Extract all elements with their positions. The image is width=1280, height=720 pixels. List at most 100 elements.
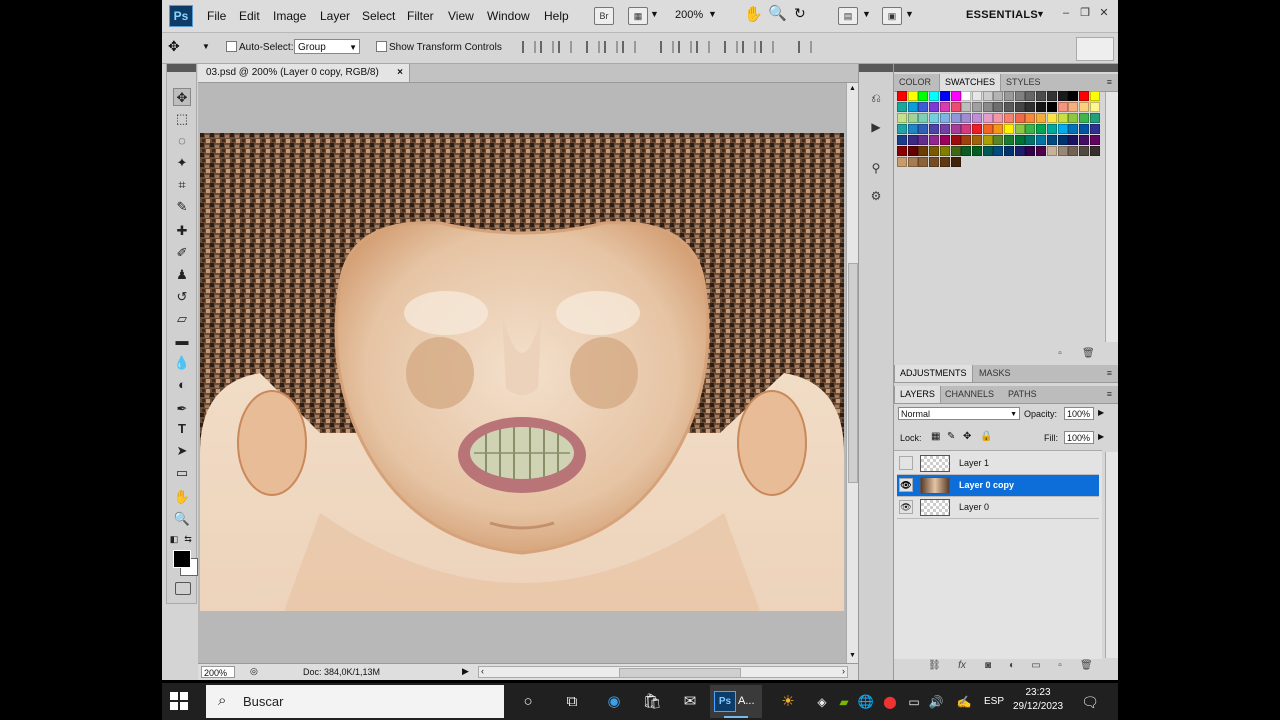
color-swatch[interactable] [929,157,940,167]
task-view-icon[interactable]: ⧉ [560,690,584,714]
menu-file[interactable]: File [207,9,226,23]
color-swatch[interactable] [1046,102,1057,112]
color-swatch[interactable] [971,91,982,101]
color-swatch[interactable] [1046,91,1057,101]
tool-presets-icon[interactable]: ⚙ [867,188,885,204]
distribute-right-icon[interactable] [760,41,774,53]
color-swatch[interactable] [1025,102,1036,112]
color-swatch[interactable] [1057,146,1068,156]
close-tab-icon[interactable]: × [397,64,403,82]
mail-icon[interactable]: ✉ [678,690,702,714]
quick-mask-icon[interactable] [175,582,191,595]
color-swatch[interactable] [1036,146,1047,156]
add-mask-icon[interactable]: ◙ [982,660,994,671]
zoom-field[interactable]: 200% [201,666,235,678]
color-swatch[interactable] [1089,91,1100,101]
color-swatch[interactable] [950,135,961,145]
color-swatch[interactable] [1014,135,1025,145]
lasso-tool-icon[interactable]: ◌ [173,132,191,150]
layer-row-selected[interactable]: 👁 Layer 0 copy [897,475,1099,497]
scroll-right-icon[interactable]: › [842,666,845,676]
distribute-vcenter-icon[interactable] [678,41,692,53]
color-swatch[interactable] [950,102,961,112]
color-swatch[interactable] [993,102,1004,112]
fill-field[interactable]: 100% [1064,431,1094,444]
swatches-scrollbar[interactable] [1105,92,1118,342]
gradient-tool-icon[interactable]: ▬ [173,332,191,350]
crop-tool-icon[interactable]: ⌗ [173,176,191,194]
notifications-icon[interactable]: 🗨 [1078,690,1102,714]
color-swatch[interactable] [1036,91,1047,101]
status-options-icon[interactable]: ◎ [250,666,258,677]
distribute-hcenter-icon[interactable] [742,41,756,53]
edge-icon[interactable]: ◉ [602,690,626,714]
color-swatch[interactable] [961,146,972,156]
layer-row[interactable]: Layer 1 [897,453,1099,475]
color-swatch[interactable] [1036,135,1047,145]
chevron-down-icon[interactable]: ▼ [1036,9,1045,19]
color-swatch[interactable] [939,113,950,123]
color-swatch[interactable] [929,135,940,145]
color-swatch[interactable] [1078,124,1089,134]
align-vcenter-icon[interactable] [540,41,554,53]
zoom-icon[interactable]: 🔍 [768,4,787,22]
chevron-down-icon[interactable]: ▼ [202,42,210,51]
color-swatch[interactable] [1004,124,1014,134]
color-swatch[interactable] [1014,113,1025,123]
color-swatch[interactable] [918,157,929,167]
lock-pixels-icon[interactable]: ✎ [947,431,955,442]
color-swatch[interactable] [929,146,940,156]
healing-brush-tool-icon[interactable]: ✚ [173,222,191,240]
color-swatch[interactable] [993,146,1004,156]
restore-icon[interactable]: ❐ [1077,6,1093,20]
color-swatch[interactable] [1089,124,1100,134]
color-swatch[interactable] [939,146,950,156]
align-top-icon[interactable] [522,41,536,53]
color-swatch[interactable] [993,124,1004,134]
screen-mode-icon[interactable]: ▣ [882,7,902,25]
layer-row[interactable]: 👁 Layer 0 [897,497,1099,519]
history-brush-tool-icon[interactable]: ↺ [173,288,191,306]
blur-tool-icon[interactable]: 💧 [173,354,191,372]
color-swatch[interactable] [1025,91,1036,101]
color-swatch[interactable] [1046,113,1057,123]
chevron-down-icon[interactable]: ▼ [862,9,871,19]
weather-icon[interactable]: ☀ [776,690,800,714]
cortana-icon[interactable]: ○ [516,690,540,714]
layer-visibility-toggle[interactable] [899,456,913,470]
scroll-left-icon[interactable]: ‹ [481,666,484,676]
tab-color[interactable]: COLOR [894,74,936,91]
color-swatch[interactable] [1089,102,1100,112]
color-swatch[interactable] [1036,124,1047,134]
tab-channels[interactable]: CHANNELS [940,386,999,403]
move-tool-icon[interactable]: ✥ [168,38,180,55]
type-tool-icon[interactable]: T [173,420,191,438]
windows-start-icon[interactable] [170,692,188,710]
tab-layers[interactable]: LAYERS [894,386,941,403]
color-swatch[interactable] [982,135,993,145]
color-swatch[interactable] [907,124,918,134]
color-swatch[interactable] [918,102,929,112]
color-swatch[interactable] [982,102,993,112]
distribute-left-icon[interactable] [724,41,738,53]
color-swatch[interactable] [1089,135,1100,145]
actions-icon[interactable]: ▶ [867,119,885,135]
panel-menu-icon[interactable]: ≡ [1102,386,1117,403]
color-swatch[interactable] [1046,135,1057,145]
hand-icon[interactable]: ✋ [744,5,763,23]
color-swatch[interactable] [1057,91,1068,101]
color-swatch[interactable] [950,113,961,123]
color-swatch[interactable] [971,113,982,123]
color-swatch[interactable] [918,113,929,123]
color-swatch[interactable] [1057,113,1068,123]
status-menu-arrow-icon[interactable]: ▶ [462,666,469,677]
menu-window[interactable]: Window [487,9,530,23]
color-swatch[interactable] [950,124,961,134]
color-swatch[interactable] [907,157,918,167]
align-hcenter-icon[interactable] [604,41,618,53]
panel-menu-icon[interactable]: ≡ [1102,365,1117,382]
lock-all-icon[interactable]: 🔒 [980,431,992,442]
color-swatch[interactable] [929,113,940,123]
new-group-icon[interactable]: ▭ [1030,660,1042,671]
color-swatch[interactable] [971,146,982,156]
